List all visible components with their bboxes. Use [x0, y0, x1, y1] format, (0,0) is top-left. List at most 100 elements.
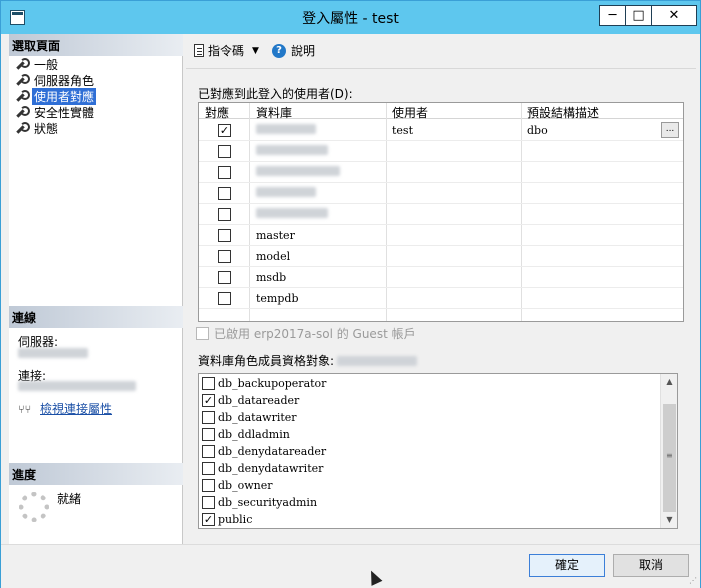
role-name: db_owner: [218, 479, 273, 492]
minimize-button[interactable]: ─: [599, 5, 626, 26]
role-checkbox[interactable]: ✓: [202, 513, 215, 526]
role-checkbox[interactable]: [202, 377, 215, 390]
database-cell: model: [256, 250, 291, 263]
script-icon: [194, 44, 204, 57]
map-checkbox[interactable]: [218, 271, 231, 284]
nav-item[interactable]: 安全性實體: [15, 104, 96, 120]
role-name: db_ddladmin: [218, 428, 290, 441]
nav-item-label: 一般: [34, 57, 59, 72]
browse-schema-button[interactable]: ...: [661, 122, 679, 138]
map-checkbox[interactable]: [218, 292, 231, 305]
map-checkbox[interactable]: [218, 229, 231, 242]
table-row[interactable]: msdb: [199, 267, 683, 288]
role-list-item[interactable]: db_owner: [202, 477, 272, 494]
map-checkbox[interactable]: ✓: [218, 124, 231, 137]
view-connection-properties-text[interactable]: 檢視連接屬性: [40, 400, 112, 417]
table-row[interactable]: [199, 162, 683, 183]
guest-checkbox-box[interactable]: [196, 327, 209, 340]
grid-header: 對應 資料庫 使用者 預設結構描述: [199, 103, 683, 120]
user-cell[interactable]: test: [392, 124, 413, 137]
table-row[interactable]: master: [199, 225, 683, 246]
role-membership-label-row: 資料庫角色成員資格對象:: [198, 352, 418, 369]
table-row[interactable]: [199, 204, 683, 225]
nav-item[interactable]: 伺服器角色: [15, 72, 96, 88]
database-cell: [256, 208, 328, 221]
user-mapping-grid: 對應 資料庫 使用者 預設結構描述 ✓ test dbo... master model…: [198, 102, 684, 322]
table-row[interactable]: [199, 183, 683, 204]
connection-header: 連線: [9, 306, 183, 328]
table-row[interactable]: ✓ test dbo...: [199, 120, 683, 141]
ok-button[interactable]: 確定: [529, 554, 605, 577]
role-checkbox[interactable]: [202, 428, 215, 441]
role-checkbox[interactable]: [202, 496, 215, 509]
map-checkbox[interactable]: [218, 250, 231, 263]
view-connection-properties-link[interactable]: ⑂⑂ 檢視連接屬性: [18, 400, 112, 417]
role-membership-target-redacted: [337, 355, 418, 366]
database-cell: master: [256, 229, 295, 242]
role-list-item[interactable]: ✓ public: [202, 511, 252, 528]
login-properties-window: 登入屬性 - test ─ □ ✕ 選取頁面 一般 伺服器角色 使用者對應 安全性實體…: [0, 0, 701, 588]
role-list-item[interactable]: ✓ db_datareader: [202, 392, 299, 409]
cancel-button[interactable]: 取消: [613, 554, 689, 577]
nav-item-label: 使用者對應: [32, 87, 97, 105]
map-checkbox[interactable]: [218, 145, 231, 158]
role-checkbox[interactable]: [202, 462, 215, 475]
button-bar: 確定 取消 ⋰: [1, 544, 700, 588]
role-list-item[interactable]: db_denydatareader: [202, 443, 326, 460]
map-checkbox[interactable]: [218, 208, 231, 221]
guest-label: 已啟用 erp2017a-sol 的 Guest 帳戶: [214, 327, 416, 341]
database-cell: [256, 145, 328, 158]
role-list-item[interactable]: db_datawriter: [202, 409, 297, 426]
progress-spinner-icon: [19, 492, 49, 522]
grid-header-user: 使用者: [392, 106, 429, 120]
close-button[interactable]: ✕: [651, 5, 697, 26]
table-row[interactable]: model: [199, 246, 683, 267]
role-list-scrollbar[interactable]: ▲ ≡ ▼: [660, 374, 677, 528]
scroll-thumb[interactable]: ≡: [663, 404, 676, 512]
role-name: db_datawriter: [218, 411, 297, 424]
toolbar-separator: [186, 68, 696, 69]
role-name: db_datareader: [218, 394, 300, 407]
schema-cell[interactable]: dbo: [527, 124, 548, 137]
nav-item-label: 安全性實體: [34, 105, 95, 120]
table-row[interactable]: tempdb: [199, 288, 683, 309]
role-list-item[interactable]: db_securityadmin: [202, 494, 317, 511]
nav-item-label: 伺服器角色: [34, 73, 95, 88]
role-checkbox[interactable]: ✓: [202, 394, 215, 407]
scroll-down-icon[interactable]: ▼: [662, 512, 677, 527]
help-button[interactable]: ? 說明: [272, 42, 315, 59]
window-title: 登入屬性 - test: [302, 11, 399, 27]
table-row[interactable]: [199, 141, 683, 162]
nav-item[interactable]: 狀態: [15, 120, 60, 136]
map-checkbox[interactable]: [218, 187, 231, 200]
grip-icon: ≡: [666, 451, 673, 460]
role-checkbox[interactable]: [202, 411, 215, 424]
role-list-item[interactable]: db_ddladmin: [202, 426, 290, 443]
toolbar: 指令碼 ▼ ? 說明: [184, 34, 700, 66]
progress-status: 就緒: [57, 492, 82, 506]
help-label: 說明: [291, 44, 316, 58]
nav-item[interactable]: 一般: [15, 56, 60, 72]
right-pane: 指令碼 ▼ ? 說明 已對應到此登入的使用者(D): 對應 資料庫 使用者 預設…: [184, 34, 700, 544]
guest-account-checkbox[interactable]: 已啟用 erp2017a-sol 的 Guest 帳戶: [196, 325, 416, 342]
role-list-item[interactable]: db_denydatawriter: [202, 460, 323, 477]
role-membership-label: 資料庫角色成員資格對象:: [198, 354, 335, 368]
grid-header-schema: 預設結構描述: [527, 106, 600, 120]
resize-grip-icon[interactable]: ⋰: [689, 576, 697, 585]
role-checkbox[interactable]: [202, 445, 215, 458]
help-icon: ?: [272, 43, 286, 58]
script-button[interactable]: 指令碼 ▼: [194, 42, 259, 59]
nav-item[interactable]: 使用者對應: [15, 87, 97, 105]
chevron-down-icon[interactable]: ▼: [252, 46, 259, 56]
role-list-item[interactable]: db_backupoperator: [202, 375, 326, 392]
role-name: db_denydatawriter: [218, 462, 324, 475]
role-checkbox[interactable]: [202, 479, 215, 492]
map-checkbox[interactable]: [218, 166, 231, 179]
database-cell: [256, 124, 316, 137]
title-bar[interactable]: 登入屬性 - test ─ □ ✕: [1, 1, 700, 34]
server-value-redacted: [18, 348, 88, 361]
scroll-up-icon[interactable]: ▲: [662, 374, 677, 389]
maximize-button[interactable]: □: [625, 5, 652, 26]
database-cell: msdb: [256, 271, 287, 284]
role-membership-list: db_backupoperator ✓ db_datareader db_datawr…: [198, 373, 678, 529]
